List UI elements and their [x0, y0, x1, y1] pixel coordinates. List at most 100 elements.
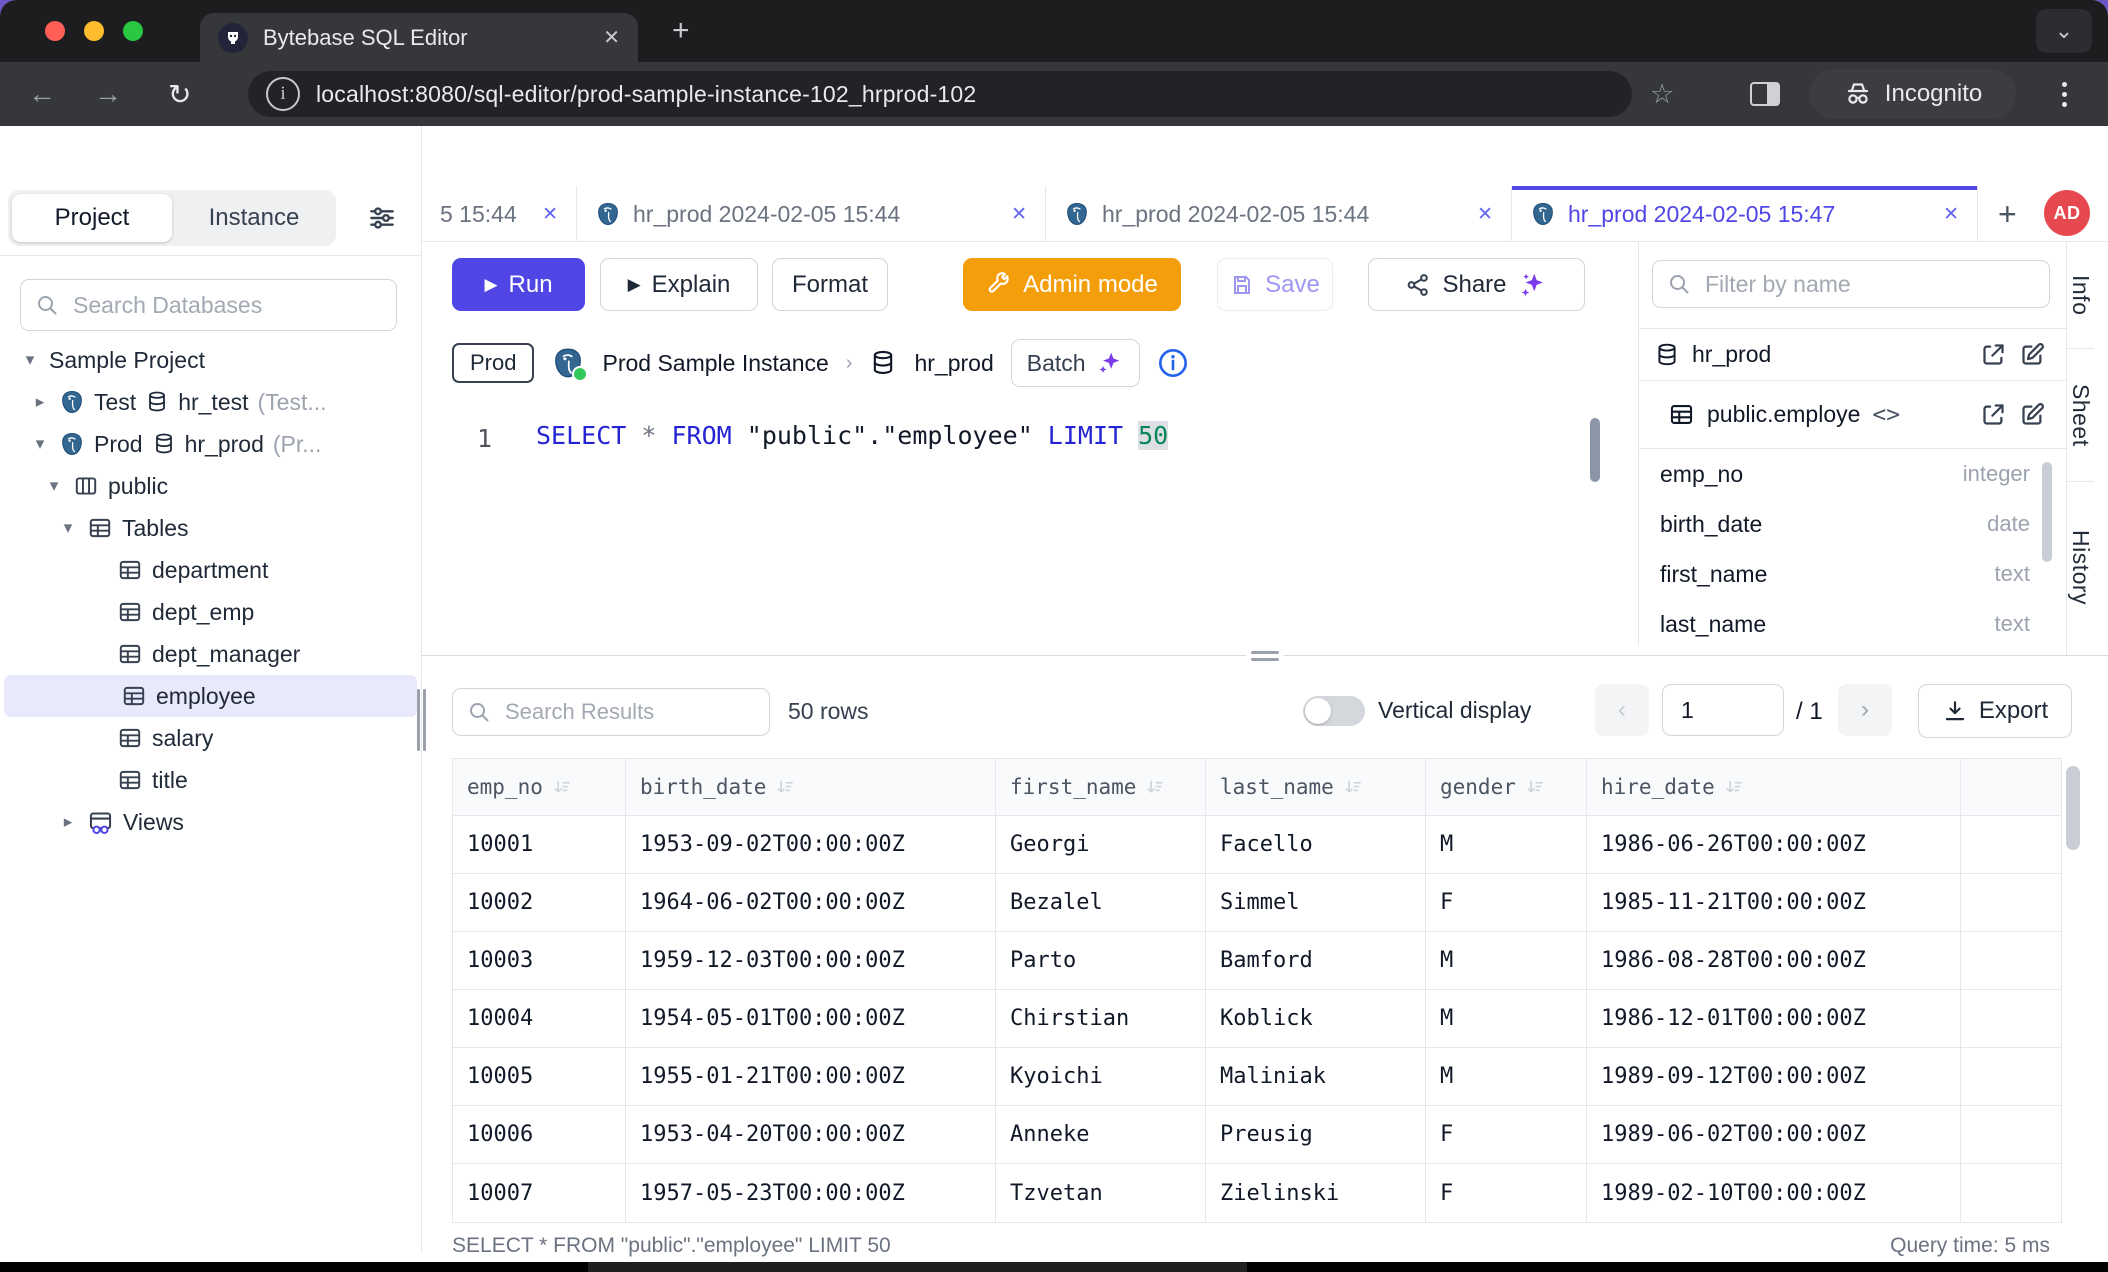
column-header-gender[interactable]: gender: [1426, 759, 1587, 815]
tree-item-sample[interactable]: ▾Sample Project: [0, 339, 421, 381]
table-row-3[interactable]: 100031959-12-03T00:00:00ZPartoBamfordM19…: [453, 932, 2061, 990]
column-header-birth_date[interactable]: birth_date: [626, 759, 996, 815]
rail-tab-info[interactable]: Info: [2067, 242, 2094, 349]
search-results-input[interactable]: [503, 698, 755, 726]
editor-scrollbar[interactable]: [1590, 418, 1600, 482]
batch-button[interactable]: Batch: [1011, 339, 1140, 387]
caret-right-icon[interactable]: ▸: [30, 392, 50, 412]
table-row-6[interactable]: 100061953-04-20T00:00:00ZAnnekePreusigF1…: [453, 1106, 2061, 1164]
tree-item-test[interactable]: ▸Testhr_test(Test...: [0, 381, 421, 423]
sort-icon[interactable]: [1343, 778, 1362, 797]
tab-project[interactable]: Project: [12, 194, 172, 242]
browser-tab-close-icon[interactable]: ✕: [603, 25, 620, 50]
tree-item-title[interactable]: title: [0, 759, 421, 801]
share-button[interactable]: Share: [1368, 258, 1585, 311]
sort-icon[interactable]: [1724, 778, 1743, 797]
page-input[interactable]: [1662, 684, 1784, 736]
table-row-1[interactable]: 100011953-09-02T00:00:00ZGeorgiFacelloM1…: [453, 816, 2061, 874]
sidebar-resize-handle[interactable]: [417, 689, 426, 751]
tab-instance[interactable]: Instance: [176, 194, 332, 242]
avatar[interactable]: AD: [2044, 190, 2090, 236]
back-icon[interactable]: ←: [28, 62, 56, 126]
column-header-hire_date[interactable]: hire_date: [1587, 759, 1961, 815]
explain-button[interactable]: ▶Explain: [600, 258, 758, 311]
sort-icon[interactable]: [1145, 778, 1164, 797]
instance-name[interactable]: Prod Sample Instance: [602, 350, 828, 377]
rail-tab-sheet[interactable]: Sheet: [2067, 349, 2094, 482]
edit-icon[interactable]: [2019, 341, 2046, 368]
table-row-4[interactable]: 100041954-05-01T00:00:00ZChirstianKoblic…: [453, 990, 2061, 1048]
tree-item-salary[interactable]: salary: [0, 717, 421, 759]
close-tab-icon[interactable]: ✕: [1943, 203, 1959, 226]
filter-sliders-icon[interactable]: [366, 202, 398, 234]
search-databases-input[interactable]: [71, 291, 382, 320]
open-external-icon[interactable]: [1980, 341, 2007, 368]
browser-menu-icon[interactable]: [2062, 62, 2067, 126]
database-search[interactable]: [20, 279, 397, 331]
filter-by-name-input[interactable]: [1703, 270, 2035, 299]
vertical-display-toggle[interactable]: [1303, 696, 1365, 726]
forward-icon[interactable]: →: [94, 62, 122, 126]
caret-right-icon[interactable]: ▸: [58, 812, 78, 832]
results-search[interactable]: [452, 688, 770, 736]
worksheet-tab-4[interactable]: hr_prod 2024-02-05 15:47✕: [1512, 186, 1978, 242]
schema-filter[interactable]: [1652, 260, 2050, 308]
table-row-2[interactable]: 100021964-06-02T00:00:00ZBezalelSimmelF1…: [453, 874, 2061, 932]
worksheet-tab-2[interactable]: hr_prod 2024-02-05 15:44✕: [577, 186, 1046, 242]
tree-item-dept_emp[interactable]: dept_emp: [0, 591, 421, 633]
sort-icon[interactable]: [552, 778, 571, 797]
open-external-icon[interactable]: [1980, 401, 2007, 428]
prev-page-button[interactable]: ‹: [1595, 684, 1649, 736]
worksheet-tab-3[interactable]: hr_prod 2024-02-05 15:44✕: [1046, 186, 1512, 242]
column-header-emp_no[interactable]: emp_no: [453, 759, 626, 815]
close-window-button[interactable]: [45, 21, 65, 41]
tree-item-tables[interactable]: ▾Tables: [0, 507, 421, 549]
site-info-icon[interactable]: i: [266, 77, 300, 111]
info-circle-icon[interactable]: [1157, 347, 1189, 379]
column-header-last_name[interactable]: last_name: [1206, 759, 1426, 815]
tree-item-prod[interactable]: ▾Prodhr_prod(Pr...: [0, 423, 421, 465]
new-browser-tab-button[interactable]: +: [672, 14, 690, 48]
browser-tab[interactable]: Bytebase SQL Editor ✕: [200, 13, 638, 62]
column-list-scrollbar[interactable]: [2042, 462, 2052, 562]
sort-icon[interactable]: [775, 778, 794, 797]
next-page-button[interactable]: ›: [1838, 684, 1892, 736]
format-button[interactable]: Format: [772, 258, 888, 311]
sort-icon[interactable]: [1525, 778, 1544, 797]
rail-tab-history[interactable]: History: [2067, 482, 2094, 654]
export-button[interactable]: Export: [1918, 684, 2072, 738]
tab-search-chevron-button[interactable]: ⌄: [2036, 9, 2092, 53]
minimize-window-button[interactable]: [84, 21, 104, 41]
bookmark-star-icon[interactable]: ☆: [1650, 62, 1674, 126]
table-row-7[interactable]: 100071957-05-23T00:00:00ZTzvetanZielinsk…: [453, 1164, 2061, 1222]
results-drag-handle[interactable]: [1246, 645, 1284, 666]
save-button[interactable]: Save: [1217, 258, 1333, 311]
tree-item-public[interactable]: ▾public: [0, 465, 421, 507]
table-row-5[interactable]: 100051955-01-21T00:00:00ZKyoichiMaliniak…: [453, 1048, 2061, 1106]
database-name[interactable]: hr_prod: [914, 350, 993, 377]
caret-down-icon[interactable]: ▾: [44, 476, 64, 496]
tree-item-department[interactable]: department: [0, 549, 421, 591]
close-tab-icon[interactable]: ✕: [1477, 203, 1493, 226]
run-button[interactable]: ▶Run: [452, 258, 585, 311]
close-tab-icon[interactable]: ✕: [542, 203, 558, 226]
tree-item-views[interactable]: ▸Views: [0, 801, 421, 843]
results-scrollbar[interactable]: [2066, 766, 2080, 850]
column-header-first_name[interactable]: first_name: [996, 759, 1206, 815]
caret-down-icon[interactable]: ▾: [58, 518, 78, 538]
close-tab-icon[interactable]: ✕: [1011, 203, 1027, 226]
tree-item-dept_manager[interactable]: dept_manager: [0, 633, 421, 675]
zoom-window-button[interactable]: [123, 21, 143, 41]
new-worksheet-button[interactable]: +: [1998, 196, 2017, 233]
caret-down-icon[interactable]: ▾: [20, 350, 40, 370]
edit-icon[interactable]: [2019, 401, 2046, 428]
url-bar[interactable]: i localhost:8080/sql-editor/prod-sample-…: [248, 71, 1632, 117]
reload-icon[interactable]: ↻: [168, 62, 191, 126]
side-panel-icon[interactable]: [1750, 62, 1780, 126]
admin-mode-button[interactable]: Admin mode: [963, 258, 1181, 311]
caret-down-icon[interactable]: ▾: [30, 434, 50, 454]
worksheet-tab-1[interactable]: 5 15:44✕: [422, 186, 577, 242]
sql-editor-line[interactable]: SELECT * FROM "public"."employee" LIMIT …: [536, 421, 1168, 450]
tree-item-employee[interactable]: employee: [4, 675, 417, 717]
code-icon[interactable]: <>: [1872, 402, 1900, 428]
